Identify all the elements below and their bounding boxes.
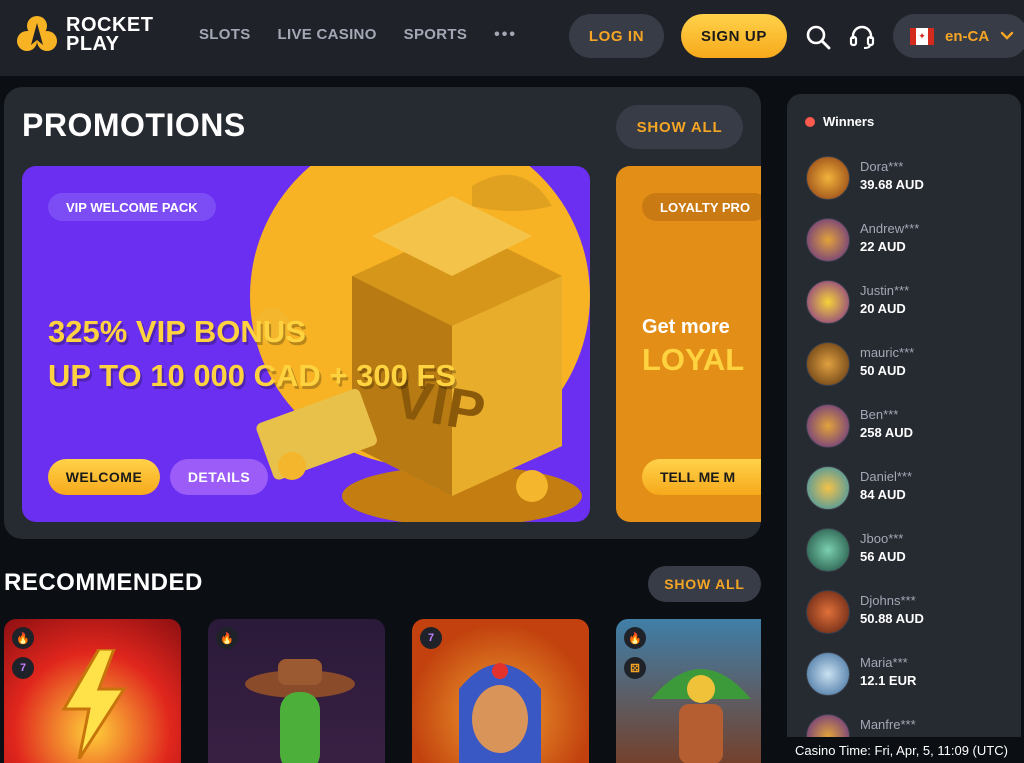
winner-game-avatar <box>806 280 850 324</box>
winner-name: Daniel*** <box>860 469 913 484</box>
promo-headline: 325% VIP BONUS UP TO 10 000 CAD + 300 FS <box>48 310 456 398</box>
winner-name: Dora*** <box>860 159 904 174</box>
headset-support-icon[interactable] <box>848 23 876 51</box>
winner-item[interactable]: mauric*** 50 AUD <box>806 342 1016 388</box>
game-tile-egyptian-queen[interactable]: 7 <box>412 619 589 763</box>
777-badge-icon: 7 <box>12 657 34 679</box>
winner-amount: 39.68 AUD <box>860 177 924 192</box>
winner-name: Ben*** <box>860 407 899 422</box>
casino-time-clock: Casino Time: Fri, Apr, 5, 11:09 (UTC) <box>779 737 1024 763</box>
nav-sports[interactable]: SPORTS <box>404 26 467 44</box>
live-dot-icon <box>805 116 815 127</box>
winner-item[interactable]: Jboo*** 56 AUD <box>806 528 1016 574</box>
logo-line2: PLAY <box>66 33 120 55</box>
winner-game-avatar <box>806 590 850 634</box>
winner-amount: 50 AUD <box>860 363 906 378</box>
aztec-chief-icon <box>651 669 751 763</box>
login-button[interactable]: LOG IN <box>569 14 664 58</box>
winner-amount: 20 AUD <box>860 301 906 316</box>
details-button[interactable]: DETAILS <box>170 459 268 495</box>
hot-fire-icon: 🔥 <box>12 627 34 649</box>
winner-name: mauric*** <box>860 345 915 360</box>
signup-button[interactable]: SIGN UP <box>681 14 787 58</box>
language-selector[interactable]: ✦ en-CA <box>893 14 1024 58</box>
promo-tag: LOYALTY PRO <box>642 193 761 221</box>
lightning-diamond-icon <box>61 649 127 759</box>
winner-amount: 22 AUD <box>860 239 906 254</box>
winner-amount: 12.1 EUR <box>860 673 917 688</box>
winners-sidebar: Winners Dora*** 39.68 AUD Andrew*** 22 A… <box>787 94 1021 763</box>
winner-game-avatar <box>806 342 850 386</box>
promo-card-loyalty[interactable]: LOYALTY PRO Get more LOYAL TELL ME M <box>616 166 761 522</box>
promo-headline-line2: LOYAL <box>642 342 745 377</box>
language-label: en-CA <box>945 27 990 45</box>
recommended-games-row: 🔥 7 🔥 7 🔥 ⚄ <box>4 619 761 763</box>
777-badge-icon: 7 <box>420 627 442 649</box>
winner-amount: 84 AUD <box>860 487 906 502</box>
game-tile-diamonds[interactable]: 🔥 7 <box>4 619 181 763</box>
recommended-show-all-button[interactable]: SHOW ALL <box>648 566 761 602</box>
winner-game-avatar <box>806 466 850 510</box>
egyptian-queen-icon <box>459 663 541 763</box>
winner-name: Andrew*** <box>860 221 920 236</box>
hot-fire-icon: 🔥 <box>216 627 238 649</box>
winner-item[interactable]: Dora*** 39.68 AUD <box>806 156 1016 202</box>
game-tile-aztec-chief[interactable]: 🔥 ⚄ <box>616 619 761 763</box>
tell-me-more-button[interactable]: TELL ME M <box>642 459 761 495</box>
nav-slots[interactable]: SLOTS <box>199 26 251 44</box>
promotions-show-all-button[interactable]: SHOW ALL <box>616 105 743 149</box>
winners-title: Winners <box>823 114 875 129</box>
winner-game-avatar <box>806 218 850 262</box>
promo-headline-line1: Get more <box>642 316 730 338</box>
promo-headline-line2: UP TO 10 000 CAD + 300 FS <box>48 358 457 393</box>
winner-item[interactable]: Maria*** 12.1 EUR <box>806 652 1016 698</box>
winner-game-avatar <box>806 652 850 696</box>
recommended-title: RECOMMENDED <box>4 569 203 596</box>
game-tile-cactus-cowboy[interactable]: 🔥 <box>208 619 385 763</box>
winner-item[interactable]: Andrew*** 22 AUD <box>806 218 1016 264</box>
winner-game-avatar <box>806 404 850 448</box>
rocket-logo-icon <box>16 14 58 56</box>
promo-card-vip-welcome[interactable]: VIP VIP WELCOME PACK 325% VIP BONUS UP T… <box>22 166 590 522</box>
search-icon[interactable] <box>805 24 831 50</box>
winner-name: Justin*** <box>860 283 910 298</box>
winner-name: Maria*** <box>860 655 908 670</box>
promotions-title: PROMOTIONS <box>22 107 246 143</box>
winners-header: Winners <box>805 114 874 129</box>
main-nav: SLOTS LIVE CASINO SPORTS ••• <box>199 26 517 44</box>
winner-game-avatar <box>806 528 850 572</box>
hot-fire-icon: 🔥 <box>624 627 646 649</box>
winner-item[interactable]: Justin*** 20 AUD <box>806 280 1016 326</box>
winner-item[interactable]: Daniel*** 84 AUD <box>806 466 1016 512</box>
welcome-button[interactable]: WELCOME <box>48 459 160 495</box>
winner-item[interactable]: Ben*** 258 AUD <box>806 404 1016 450</box>
chevron-down-icon <box>1000 31 1014 40</box>
winner-name: Manfre*** <box>860 717 916 732</box>
cactus-cowboy-icon <box>245 659 355 763</box>
winner-name: Jboo*** <box>860 531 904 546</box>
winner-name: Djohns*** <box>860 593 916 608</box>
nav-more-button[interactable]: ••• <box>494 26 517 44</box>
rocketplay-logo[interactable]: ROCKET PLAY <box>16 14 153 56</box>
winner-amount: 50.88 AUD <box>860 611 924 626</box>
nav-live-casino[interactable]: LIVE CASINO <box>278 26 377 44</box>
logo-text: ROCKET PLAY <box>66 15 153 55</box>
promotions-panel: PROMOTIONS SHOW ALL VIP VIP WELCOME PACK… <box>4 87 761 539</box>
promo-headline-line1: 325% VIP BONUS <box>48 314 306 349</box>
canada-flag-icon: ✦ <box>910 27 934 45</box>
winner-amount: 258 AUD <box>860 425 913 440</box>
winner-amount: 56 AUD <box>860 549 906 564</box>
winner-game-avatar <box>806 156 850 200</box>
promo-tag: VIP WELCOME PACK <box>48 193 216 221</box>
winner-item[interactable]: Djohns*** 50.88 AUD <box>806 590 1016 636</box>
top-header: ROCKET PLAY SLOTS LIVE CASINO SPORTS •••… <box>0 0 1024 76</box>
